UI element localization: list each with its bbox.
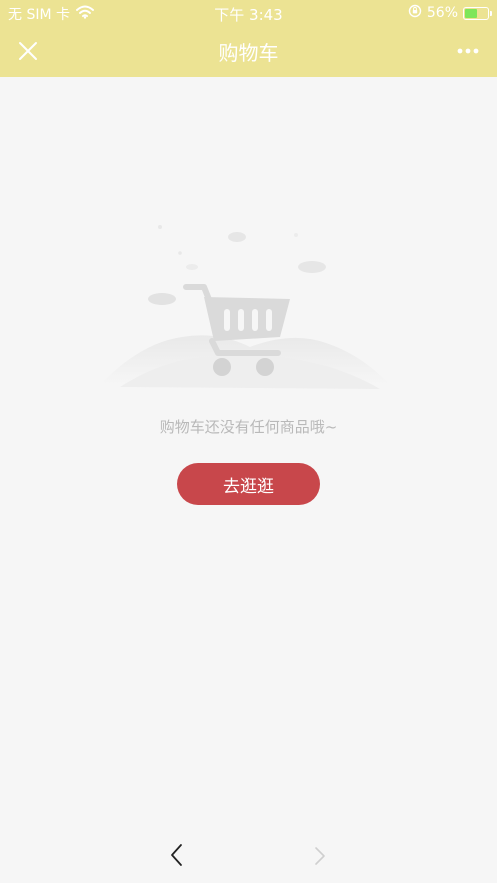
go-shopping-button[interactable]: 去逛逛 bbox=[177, 463, 320, 505]
chevron-right-icon[interactable] bbox=[308, 843, 332, 869]
empty-cart-message: 购物车还没有任何商品哦~ bbox=[159, 418, 338, 436]
page-title: 购物车 bbox=[218, 41, 279, 65]
bottom-nav bbox=[0, 835, 497, 875]
navbar: 购物车 bbox=[0, 26, 497, 77]
header: 无 SIM 卡 下午 3:43 56% 购物车 bbox=[0, 0, 497, 77]
empty-cart-illustration bbox=[100, 215, 390, 395]
orientation-lock-icon bbox=[408, 4, 422, 22]
battery-charging-icon bbox=[463, 6, 492, 20]
status-right: 56% bbox=[408, 4, 492, 22]
battery-fill bbox=[465, 8, 477, 18]
battery-percent: 56% bbox=[426, 5, 458, 21]
chevron-left-icon[interactable] bbox=[164, 841, 190, 869]
more-dots-icon[interactable] bbox=[453, 38, 483, 64]
status-bar: 无 SIM 卡 下午 3:43 56% bbox=[0, 0, 497, 26]
